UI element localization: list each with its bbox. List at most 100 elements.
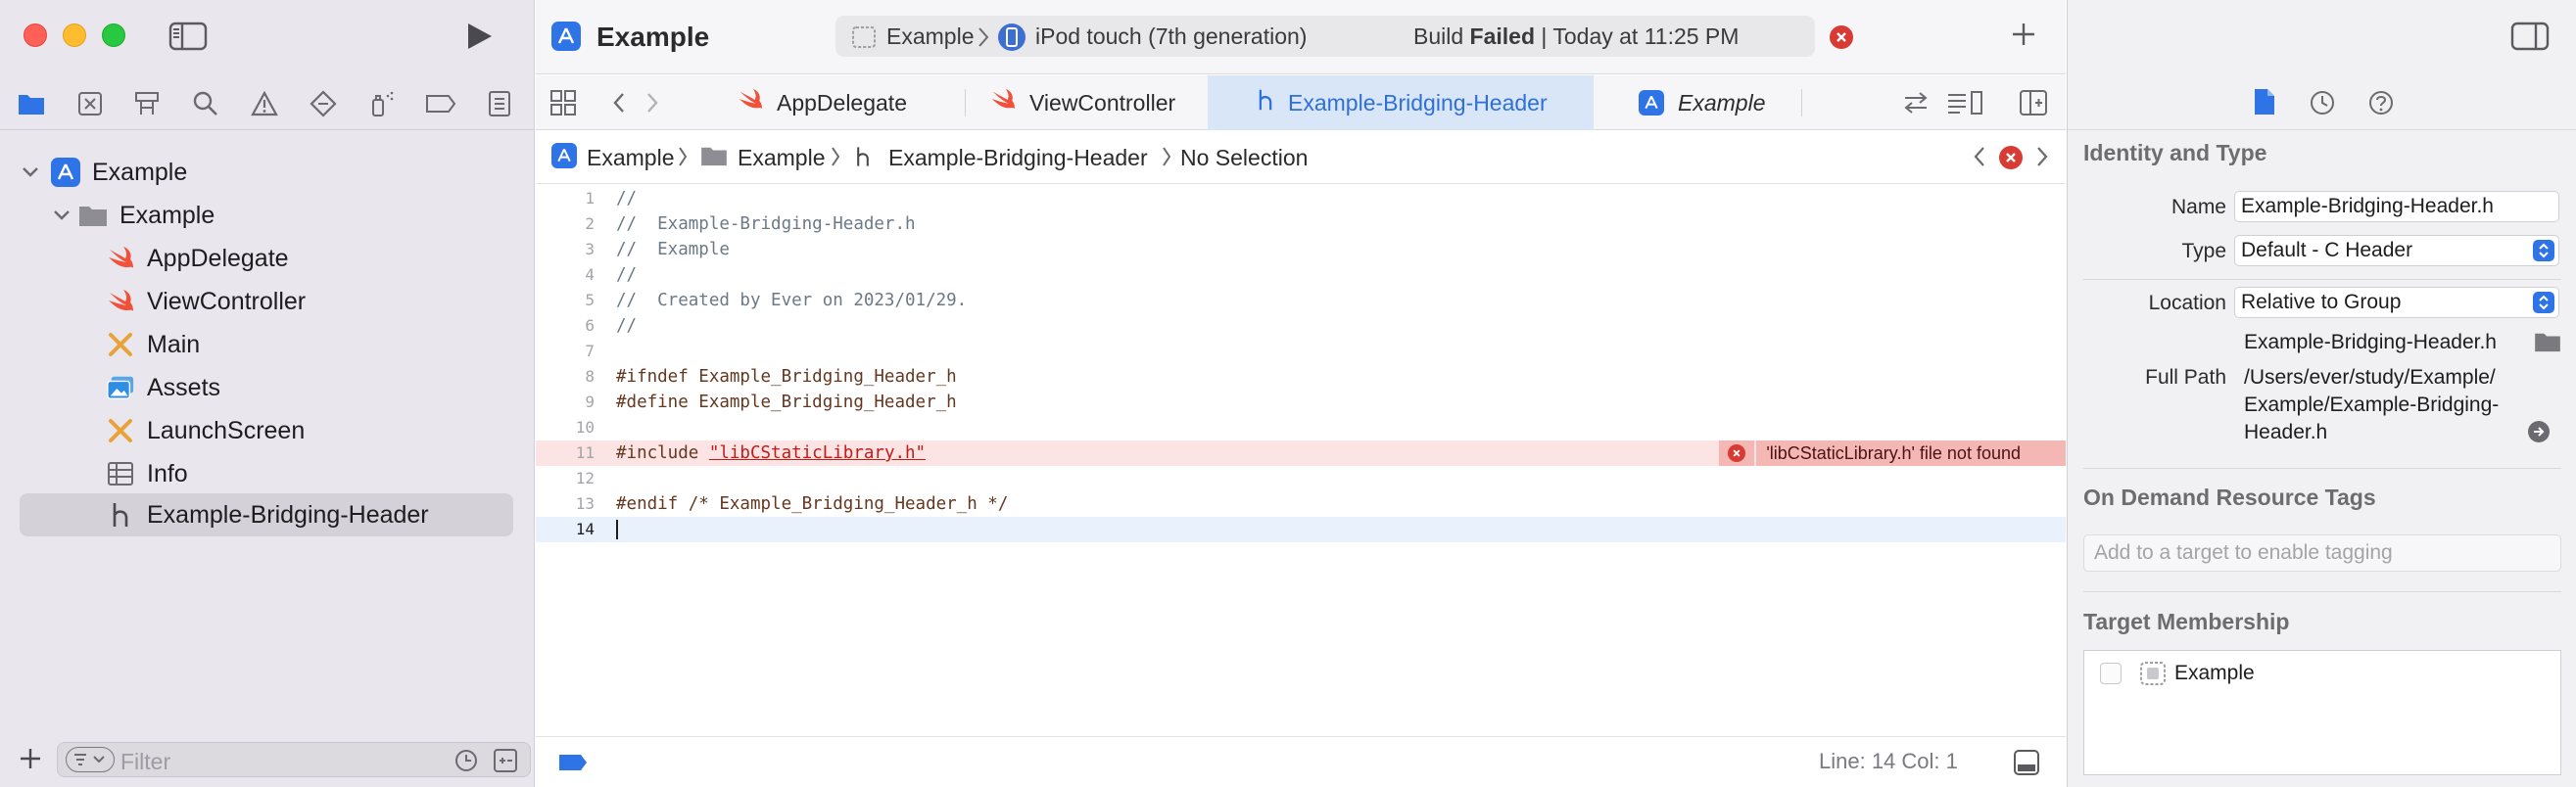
code-line: 12 bbox=[536, 466, 2066, 491]
jumpbar-selection[interactable]: No Selection bbox=[1180, 145, 1308, 171]
line-number: 2 bbox=[585, 214, 595, 233]
code-line: 1 // bbox=[536, 186, 2066, 211]
minimize-window-button[interactable] bbox=[63, 23, 86, 47]
line-number: 8 bbox=[585, 367, 595, 386]
source-editor[interactable]: 1 // 2 // Example-Bridging-Header.h 3 // Ex… bbox=[536, 186, 2066, 726]
tree-item-info[interactable]: Info bbox=[106, 454, 507, 493]
name-label: Name bbox=[2171, 196, 2226, 218]
close-window-button[interactable] bbox=[24, 23, 47, 47]
asset-catalog-icon bbox=[106, 373, 135, 402]
chevron-down-icon[interactable] bbox=[51, 205, 72, 226]
grid-related-items-icon[interactable] bbox=[549, 89, 577, 121]
tree-item-bridging-header[interactable]: Example-Bridging-Header bbox=[20, 493, 513, 536]
tag-input[interactable]: Add to a target to enable tagging bbox=[2083, 534, 2561, 572]
debug-area-toggle-icon[interactable] bbox=[2013, 749, 2040, 781]
code-text: #include "libCStaticLibrary.h" bbox=[616, 440, 926, 466]
tab-viewcontroller[interactable]: ViewController bbox=[982, 75, 1198, 130]
source-control-navigator-icon[interactable] bbox=[74, 88, 106, 119]
navigator-selector-bar bbox=[0, 82, 535, 123]
swift-icon bbox=[738, 88, 763, 117]
jumpbar-project[interactable]: Example bbox=[587, 145, 674, 171]
inline-error-annotation[interactable]: 'libCStaticLibrary.h' file not found bbox=[1719, 440, 2066, 466]
line-number: 10 bbox=[575, 418, 595, 437]
project-navigator: Example Example AppDelegate ViewControll… bbox=[0, 0, 535, 787]
editor-status-bar: Line: 14 Col: 1 bbox=[536, 736, 2066, 787]
next-issue-chevron-icon[interactable] bbox=[2034, 145, 2050, 173]
code-line-error: 11 #include "libCStaticLibrary.h" 'libCS… bbox=[536, 440, 2066, 466]
back-chevron-icon[interactable] bbox=[610, 91, 628, 119]
tree-item-main[interactable]: Main bbox=[106, 325, 507, 364]
device-simulator-icon bbox=[998, 23, 1026, 51]
quick-help-question-icon[interactable] bbox=[2367, 89, 2395, 121]
tab-separator bbox=[1801, 89, 1802, 116]
add-file-plus-icon[interactable] bbox=[18, 746, 43, 776]
identity-type-title: Identity and Type bbox=[2083, 140, 2267, 165]
find-navigator-search-icon[interactable] bbox=[190, 88, 221, 119]
inspector-tabs bbox=[2068, 75, 2576, 130]
code-text: // bbox=[616, 265, 638, 285]
jumpbar-file[interactable]: Example-Bridging-Header bbox=[888, 145, 1148, 171]
editor-options-icon[interactable] bbox=[1946, 89, 1985, 121]
inspector-toggle-icon[interactable] bbox=[2510, 22, 2550, 56]
breakpoint-toggle-icon[interactable] bbox=[557, 753, 589, 777]
navigator-filter-bar: Filter bbox=[0, 736, 535, 781]
tree-item-project[interactable]: Example bbox=[20, 153, 509, 192]
tab-project-example[interactable]: Example bbox=[1639, 75, 1815, 130]
issue-navigator-warning-icon[interactable] bbox=[249, 88, 280, 119]
code-text: #define Example_Bridging_Header_h bbox=[616, 393, 957, 412]
run-destination-selector[interactable]: iPod touch (7th generation) bbox=[1035, 23, 1307, 50]
source-control-filter-icon[interactable] bbox=[493, 748, 518, 778]
app-project-icon bbox=[551, 22, 581, 51]
swap-arrows-icon[interactable] bbox=[1901, 89, 1931, 121]
tree-item-label: Example bbox=[92, 158, 188, 186]
code-line: 9 #define Example_Bridging_Header_h bbox=[536, 390, 2066, 415]
run-play-icon[interactable] bbox=[462, 22, 496, 51]
scheme-target-icon[interactable] bbox=[851, 25, 877, 54]
line-number: 11 bbox=[575, 443, 595, 462]
tree-item-label: ViewController bbox=[147, 287, 307, 315]
tab-label: AppDelegate bbox=[777, 89, 907, 116]
tree-item-assets[interactable]: Assets bbox=[106, 368, 507, 407]
history-inspector-clock-icon[interactable] bbox=[2309, 89, 2336, 121]
activity-scheme-bar: Example iPod touch (7th generation) Buil… bbox=[835, 16, 1815, 57]
jump-bar: Example Example Example-Bridging-Header … bbox=[536, 131, 2066, 184]
chevron-down-icon[interactable] bbox=[20, 162, 41, 183]
build-error-badge-icon[interactable] bbox=[1830, 25, 1853, 49]
target-membership-checkbox[interactable] bbox=[2100, 663, 2122, 684]
symbol-navigator-icon[interactable] bbox=[131, 88, 163, 119]
tree-item-viewcontroller[interactable]: ViewController bbox=[106, 282, 507, 321]
sidebar-toggle-icon[interactable] bbox=[168, 22, 208, 51]
tab-bridging-header[interactable]: Example-Bridging-Header bbox=[1208, 75, 1594, 130]
library-plus-icon[interactable] bbox=[2009, 20, 2038, 53]
cursor-position: Line: 14 Col: 1 bbox=[1819, 749, 1958, 773]
editor-tab-bar: AppDelegate ViewController Example-Bridg… bbox=[536, 75, 2066, 130]
name-field[interactable]: Example-Bridging-Header.h bbox=[2234, 191, 2559, 222]
filter-options-icon[interactable] bbox=[66, 747, 115, 772]
popup-updown-icon bbox=[2533, 292, 2554, 313]
split-editor-icon[interactable] bbox=[2019, 89, 2048, 121]
tree-item-group[interactable]: Example bbox=[51, 196, 511, 235]
type-popup[interactable]: Default - C Header bbox=[2234, 235, 2559, 266]
filter-input[interactable]: Filter bbox=[57, 742, 531, 777]
scheme-target-selector[interactable]: Example bbox=[886, 23, 974, 50]
previous-issue-chevron-icon[interactable] bbox=[1972, 145, 1987, 173]
section-divider bbox=[2083, 279, 2561, 280]
jumpbar-group[interactable]: Example bbox=[738, 145, 825, 171]
reveal-folder-icon[interactable] bbox=[2534, 331, 2561, 357]
zoom-window-button[interactable] bbox=[102, 23, 125, 47]
tree-item-appdelegate[interactable]: AppDelegate bbox=[106, 239, 507, 278]
tab-appdelegate[interactable]: AppDelegate bbox=[730, 75, 965, 130]
location-popup[interactable]: Relative to Group bbox=[2234, 287, 2559, 318]
debug-navigator-spray-icon[interactable] bbox=[366, 88, 398, 119]
report-navigator-icon[interactable] bbox=[484, 88, 515, 119]
recent-files-clock-icon[interactable] bbox=[453, 748, 479, 778]
file-inspector-icon[interactable] bbox=[2252, 87, 2277, 121]
folder-navigator-icon[interactable] bbox=[16, 88, 47, 119]
target-membership-title: Target Membership bbox=[2083, 609, 2290, 634]
issue-error-icon[interactable] bbox=[1999, 146, 2023, 169]
reveal-in-finder-arrow-icon[interactable] bbox=[2528, 421, 2550, 442]
test-navigator-diamond-icon[interactable] bbox=[308, 88, 339, 119]
forward-chevron-icon[interactable] bbox=[644, 91, 661, 119]
breakpoint-navigator-icon[interactable] bbox=[425, 88, 456, 119]
tree-item-launchscreen[interactable]: LaunchScreen bbox=[106, 411, 507, 450]
